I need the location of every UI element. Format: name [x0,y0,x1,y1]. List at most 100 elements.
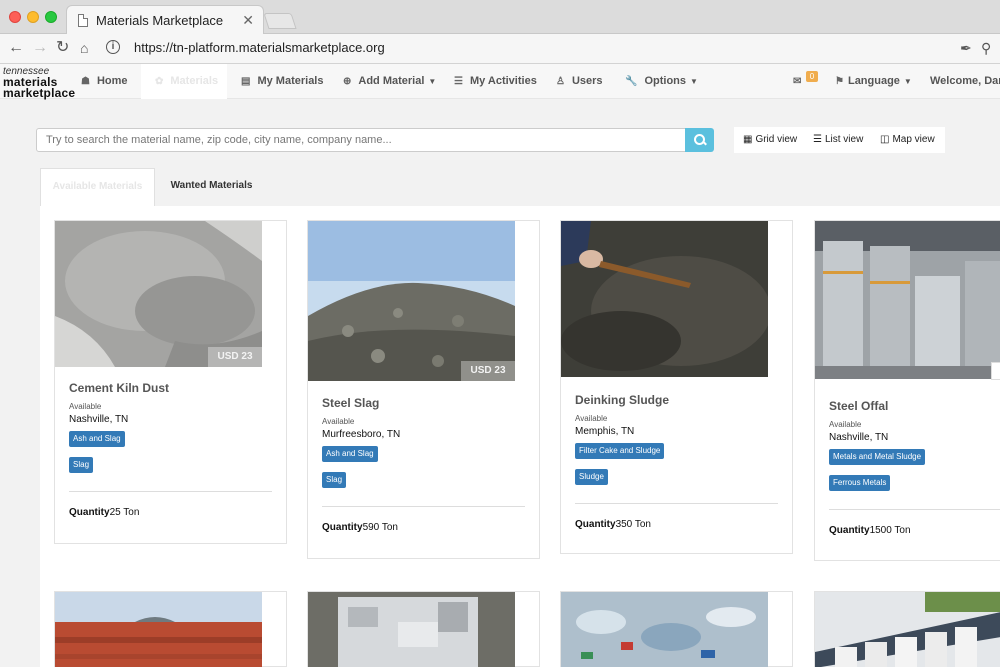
caret-down-icon: ▼ [428,77,437,86]
availability-status: Available [829,420,862,429]
new-tab-button[interactable] [263,13,297,29]
browser-tab-bar: Materials Marketplace ✕ [0,0,1000,35]
inbox-count-badge: 0 [806,71,818,82]
material-location: Memphis, TN [575,426,635,437]
home-browser-icon[interactable]: ⌂ [80,39,88,57]
material-photo[interactable] [561,592,768,667]
availability-status: Available [322,417,355,426]
home-icon: ☗ [81,76,90,87]
nav-users[interactable]: ♙ Users [556,64,603,99]
material-card[interactable] [54,591,287,667]
window-zoom-button[interactable] [45,11,57,23]
material-photo[interactable]: USD 23 [55,221,262,367]
card-body: Steel Slag Available Murfreesboro, TN As… [322,396,527,533]
price-label: USD 23 [208,347,262,367]
nav-options[interactable]: 🔧 Options ▼ [625,64,698,99]
url-text[interactable]: https://tn-platform.materialsmarketplace… [134,40,385,55]
nav-add-material[interactable]: ⊕ Add Material ▼ [343,64,436,99]
table-icon: ▤ [241,76,251,87]
material-quantity: Quantity590 Ton [322,522,398,533]
grid-icon: ▦ [743,134,753,145]
language-dropdown[interactable]: ⚑ Language ▼ [835,64,912,99]
price-label: USD 23 [461,361,515,381]
subcategory-tag[interactable]: Slag [69,457,94,473]
subcategory-tag[interactable]: Slag [322,472,347,488]
site-logo[interactable]: tennessee materials marketplace [3,66,75,99]
material-card[interactable]: USD 23 Cement Kiln Dust Available Nashvi… [54,220,287,544]
material-quantity: Quantity1500 Ton [829,525,911,536]
grid-view-button[interactable]: ▦ Grid view [743,127,797,153]
material-title[interactable]: Deinking Sludge [575,393,780,409]
material-title[interactable]: Cement Kiln Dust [69,381,274,397]
extension-icon[interactable]: ✒ [960,40,972,57]
card-divider [69,491,272,492]
view-switcher: ▦ Grid view ☰ List view ◫ Map view [734,127,945,153]
list-icon: ☰ [813,134,822,145]
material-card[interactable] [560,591,793,667]
availability-status: Available [69,402,102,411]
material-location: Nashville, TN [829,432,889,443]
forward-arrow-icon[interactable]: → [32,39,48,57]
category-tag[interactable]: Ash and Slag [69,431,125,447]
window-close-button[interactable] [9,11,21,23]
material-title[interactable]: Steel Offal [829,399,1000,415]
card-divider [322,506,525,507]
app-navbar: tennessee materials marketplace ☗ Home ✿ M… [0,64,1000,99]
material-photo[interactable]: USD 23 [308,221,515,381]
material-photo[interactable] [815,592,1000,667]
back-arrow-icon[interactable]: ← [8,39,24,57]
subcategory-tag[interactable]: Sludge [575,469,608,485]
map-view-button[interactable]: ◫ Map view [880,127,935,153]
material-card[interactable] [814,591,1000,667]
browser-tab[interactable]: Materials Marketplace ✕ [66,5,264,35]
material-card[interactable] [307,591,540,667]
tab-close-icon[interactable]: ✕ [242,12,254,29]
leaf-icon: ✿ [155,76,164,87]
caret-down-icon: ▼ [903,77,912,86]
material-photo[interactable] [561,221,768,377]
address-bar[interactable]: i https://tn-platform.materialsmarketpla… [102,37,1000,61]
window-minimize-button[interactable] [27,11,39,23]
map-icon: ◫ [880,134,890,145]
reload-icon[interactable]: ↻ [56,39,69,57]
user-welcome[interactable]: Welcome, Dan [930,64,1000,99]
list-view-button[interactable]: ☰ List view [813,127,863,153]
category-tag[interactable]: Metals and Metal Sludge [829,449,926,465]
material-title[interactable]: Steel Slag [322,396,527,412]
zoom-search-icon[interactable]: ⚲ [981,40,991,57]
tab-available-materials[interactable]: Available Materials [40,168,155,206]
material-photo[interactable] [815,221,1000,379]
document-icon [78,14,88,27]
list-icon: ☰ [454,76,463,87]
caret-down-icon: ▼ [690,77,698,86]
card-body: Cement Kiln Dust Available Nashville, TN… [69,381,274,518]
material-photo[interactable] [55,592,262,667]
subcategory-tag[interactable]: Ferrous Metals [829,475,891,491]
info-icon[interactable]: i [106,40,120,54]
category-tag[interactable]: Ash and Slag [322,446,378,462]
availability-status: Available [575,414,608,423]
category-tag[interactable]: Filter Cake and Sludge [575,443,665,459]
tab-wanted-materials[interactable]: Wanted Materials [155,168,268,206]
nav-my-materials[interactable]: ▤ My Materials [241,64,323,99]
material-location: Murfreesboro, TN [322,429,401,440]
material-photo[interactable] [308,592,515,667]
material-card[interactable]: USD 23 Steel Slag Available Murfreesboro… [307,220,540,559]
search-input[interactable] [36,128,686,152]
nav-my-activities[interactable]: ☰ My Activities [454,64,537,99]
nav-materials[interactable]: ✿ Materials [141,64,227,99]
search-button[interactable] [685,128,714,152]
flag-icon: ⚑ [835,76,844,87]
wrench-icon: 🔧 [625,76,638,87]
envelope-icon: ✉ [793,76,802,87]
nav-home[interactable]: ☗ Home [81,64,128,99]
carousel-next-handle[interactable] [991,362,1000,380]
user-icon: ♙ [556,76,565,87]
material-card[interactable]: Steel Offal Available Nashville, TN Meta… [814,220,1000,561]
material-location: Nashville, TN [69,414,129,425]
material-quantity: Quantity350 Ton [575,519,651,530]
material-quantity: Quantity25 Ton [69,507,140,518]
tab-title: Materials Marketplace [96,13,224,28]
plus-circle-icon: ⊕ [343,76,352,87]
material-card[interactable]: Deinking Sludge Available Memphis, TN Fi… [560,220,793,554]
